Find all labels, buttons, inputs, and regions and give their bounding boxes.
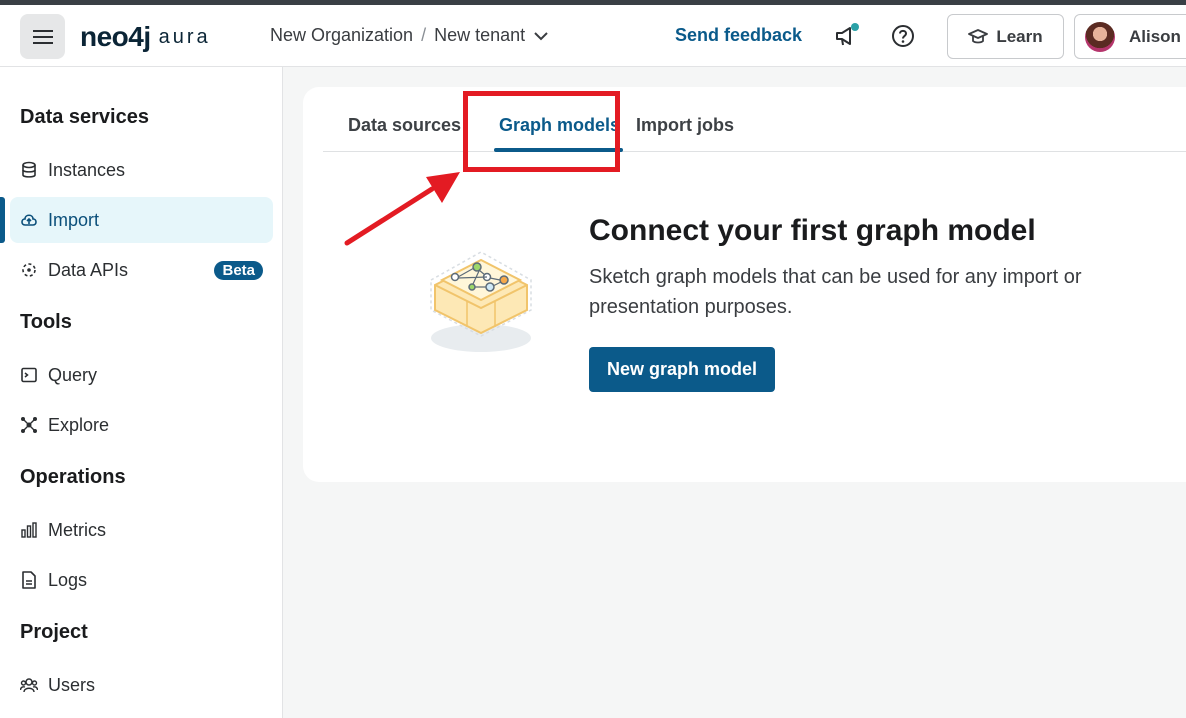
sidebar-item-metrics[interactable]: Metrics [10, 507, 273, 553]
graph-models-tab-highlight [463, 91, 620, 172]
learn-button[interactable]: Learn [947, 14, 1064, 59]
bar-chart-icon [20, 521, 38, 539]
beta-badge: Beta [214, 260, 263, 280]
graph-model-illustration-icon [430, 251, 532, 352]
hamburger-icon [32, 29, 53, 44]
sidebar-item-users[interactable]: Users [10, 662, 273, 708]
graph-explore-icon [20, 416, 38, 434]
sidebar-item-instances[interactable]: Instances [10, 147, 273, 193]
sidebar-item-label: Data APIs [48, 259, 129, 280]
empty-state-title: Connect your first graph model [589, 214, 1036, 247]
cloud-upload-icon [20, 211, 38, 229]
sidebar-item-label: Explore [48, 414, 110, 435]
users-icon [20, 676, 38, 694]
avatar [1085, 21, 1115, 52]
breadcrumb-organization[interactable]: New Organization [270, 25, 413, 46]
section-title-tools: Tools [20, 311, 72, 333]
breadcrumb-tenant[interactable]: New tenant [434, 25, 525, 46]
logo-sub: aura [158, 25, 211, 48]
sidebar: Data services Instances Import Data APIs… [0, 67, 283, 718]
user-name: Alison [1129, 26, 1181, 46]
megaphone-icon [836, 23, 859, 46]
sidebar-item-import[interactable]: Import [10, 197, 273, 243]
annotation-arrow-icon [344, 172, 460, 246]
sidebar-item-label: Import [48, 209, 100, 230]
learn-label: Learn [996, 26, 1043, 46]
section-title-project: Project [20, 621, 88, 643]
menu-button[interactable] [20, 14, 65, 59]
section-title-operations: Operations [20, 466, 126, 488]
help-button[interactable] [889, 22, 917, 50]
import-tabs: Data sources Graph models Import jobs [323, 87, 1186, 152]
tab-data-sources[interactable]: Data sources [348, 115, 461, 136]
sidebar-item-explore[interactable]: Explore [10, 402, 273, 448]
logo-main: neo4j [80, 21, 151, 52]
breadcrumb-separator: / [421, 25, 427, 45]
sidebar-item-label: Metrics [48, 519, 106, 540]
announcements-button[interactable] [833, 22, 861, 50]
neo4j-aura-logo[interactable]: neo4j aura [80, 21, 211, 53]
send-feedback-link[interactable]: Send feedback [675, 25, 802, 46]
active-nav-indicator [0, 197, 5, 243]
sidebar-item-label: Instances [48, 159, 126, 180]
new-graph-model-button[interactable]: New graph model [589, 347, 775, 392]
sidebar-item-label: Query [48, 364, 98, 385]
empty-state-description: Sketch graph models that can be used for… [589, 266, 1082, 318]
graduation-cap-icon [968, 28, 989, 43]
terminal-icon [20, 366, 38, 384]
help-icon [892, 25, 914, 47]
chevron-down-icon[interactable] [533, 28, 549, 44]
sidebar-item-logs[interactable]: Logs [10, 557, 273, 603]
top-header: neo4j aura New Organization / New tenant… [0, 5, 1186, 67]
database-icon [20, 161, 38, 179]
data-api-icon [20, 261, 38, 279]
breadcrumb: New Organization / New tenant [270, 25, 549, 46]
section-title-data-services: Data services [20, 106, 149, 128]
tab-import-jobs[interactable]: Import jobs [636, 115, 734, 136]
sidebar-item-label: Users [48, 674, 96, 695]
sidebar-item-data-apis[interactable]: Data APIs Beta [10, 247, 273, 293]
user-menu-button[interactable]: Alison [1074, 14, 1186, 59]
sidebar-item-query[interactable]: Query [10, 352, 273, 398]
sidebar-item-label: Logs [48, 569, 88, 590]
document-icon [20, 571, 38, 589]
